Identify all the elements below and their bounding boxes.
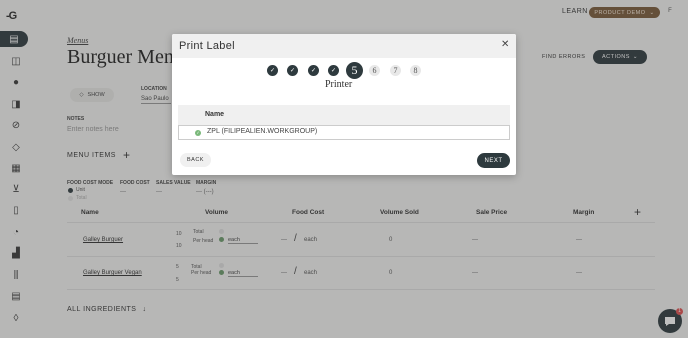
step-3-done: ✓: [308, 65, 319, 76]
current-step-name: Printer: [325, 79, 353, 90]
selected-check-icon: ✓: [195, 130, 201, 136]
step-6: 6: [369, 65, 380, 76]
modal-header: Print Label ✕: [172, 34, 516, 58]
step-1-done: ✓: [267, 65, 278, 76]
close-icon[interactable]: ✕: [501, 40, 509, 50]
next-button[interactable]: NEXT: [477, 153, 510, 168]
back-button[interactable]: BACK: [180, 153, 211, 167]
step-5-current: 5: [346, 62, 363, 79]
print-label-modal: Print Label ✕ ✓ ✓ ✓ ✓ 5 6 7 8 Printer Na…: [172, 34, 516, 175]
step-2-done: ✓: [287, 65, 298, 76]
modal-title: Print Label: [179, 40, 235, 52]
col-name: Name: [205, 111, 225, 118]
printer-row[interactable]: ✓ ZPL (FILIPEALIEN.WORKGROUP): [178, 125, 510, 140]
step-8: 8: [410, 65, 421, 76]
printer-name: ZPL (FILIPEALIEN.WORKGROUP): [207, 128, 318, 135]
step-7: 7: [390, 65, 401, 76]
check-icon: ✓: [310, 68, 317, 74]
step-4-done: ✓: [328, 65, 339, 76]
check-icon: ✓: [330, 68, 337, 74]
check-icon: ✓: [269, 68, 276, 74]
check-icon: ✓: [289, 68, 296, 74]
printer-table-header: Name: [178, 105, 510, 125]
